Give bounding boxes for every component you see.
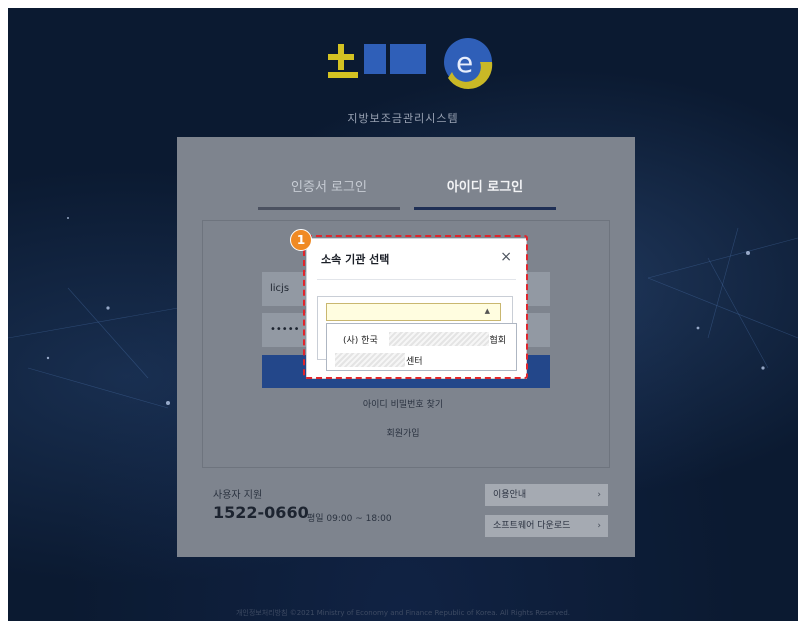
- software-download-label: 소프트웨어 다운로드: [493, 521, 571, 531]
- software-download-button[interactable]: 소프트웨어 다운로드 ›: [485, 515, 608, 537]
- support-label: 사용자 지원: [213, 490, 263, 501]
- footer-copyright: 개인정보처리방침 ©2021 Ministry of Economy and F…: [235, 609, 571, 617]
- bojo-e-logo: e: [328, 38, 493, 90]
- chevron-right-icon: ›: [597, 521, 601, 531]
- signup-link[interactable]: 회원가입: [0, 426, 806, 439]
- id-field-value: licjs: [270, 283, 290, 294]
- system-name: 지방보조금관리시스템: [347, 112, 459, 125]
- password-field-value: •••••: [270, 324, 300, 335]
- tab-id-underline: [414, 207, 556, 210]
- step-badge: 1: [290, 229, 312, 251]
- find-id-password-link[interactable]: 아이디 비밀번호 찾기: [0, 397, 806, 410]
- tab-cert-underline: [258, 207, 400, 210]
- support-phone: 1522-0660: [213, 503, 309, 522]
- svg-text:e: e: [456, 46, 473, 79]
- annotation-highlight: [303, 235, 528, 379]
- guide-button-label: 이용안내: [493, 490, 527, 500]
- tab-id-login[interactable]: 아이디 로그인: [414, 176, 556, 195]
- tab-cert-login[interactable]: 인증서 로그인: [258, 176, 400, 195]
- chevron-right-icon: ›: [597, 490, 601, 500]
- support-hours: 평일 09:00 ~ 18:00: [307, 514, 392, 524]
- guide-button[interactable]: 이용안내 ›: [485, 484, 608, 506]
